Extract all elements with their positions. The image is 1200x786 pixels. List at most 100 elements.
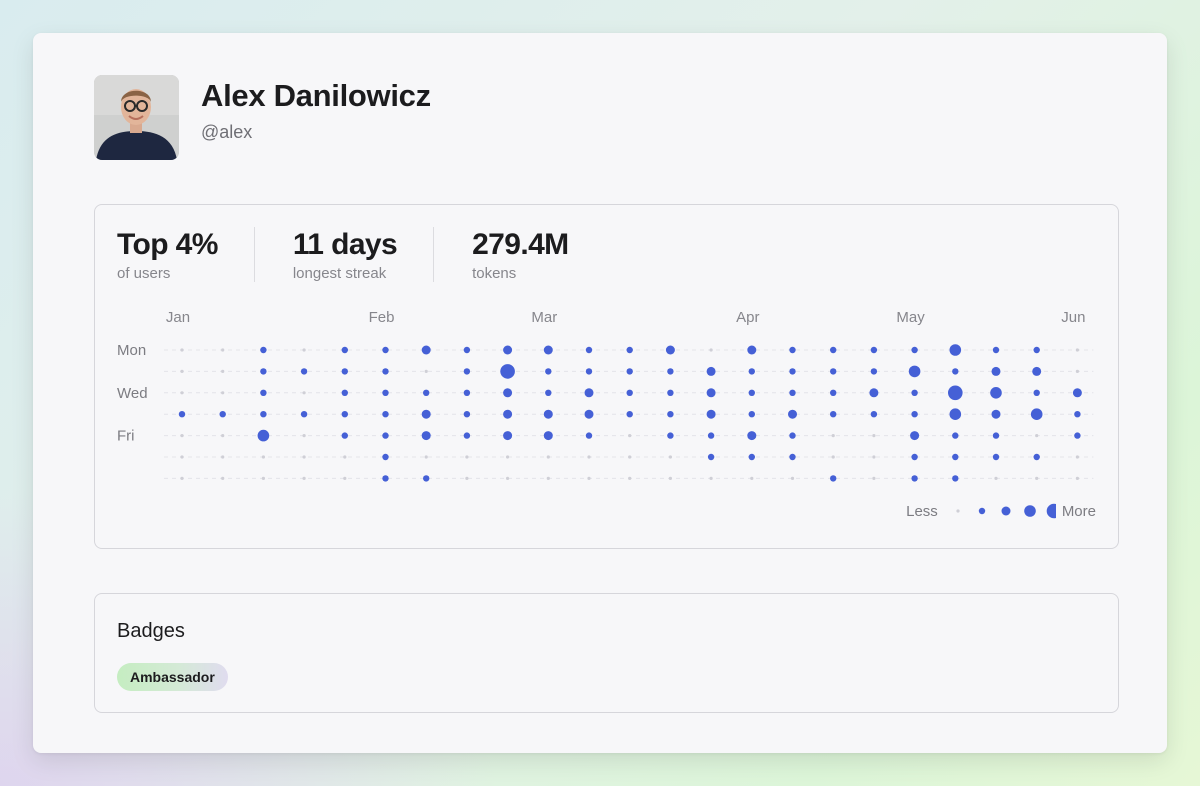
activity-dot[interactable] [788, 409, 797, 419]
activity-dot[interactable] [870, 346, 878, 354]
activity-dot[interactable] [668, 455, 673, 459]
activity-dot[interactable] [949, 344, 962, 356]
activity-dot[interactable] [260, 346, 267, 354]
activity-dot[interactable] [667, 368, 674, 375]
activity-dot[interactable] [1032, 366, 1042, 376]
activity-dot[interactable] [257, 429, 270, 442]
activity-dot[interactable] [709, 348, 713, 352]
activity-dot[interactable] [545, 389, 552, 396]
activity-dot[interactable] [994, 476, 998, 480]
activity-dot[interactable] [667, 411, 674, 418]
activity-dot[interactable] [587, 476, 591, 480]
activity-dot[interactable] [949, 408, 962, 420]
activity-dot[interactable] [706, 388, 716, 398]
activity-dot[interactable] [831, 455, 835, 459]
activity-dot[interactable] [709, 476, 713, 480]
activity-dot[interactable] [302, 434, 306, 438]
activity-dot[interactable] [180, 455, 184, 459]
activity-dot[interactable] [341, 411, 348, 418]
activity-dot[interactable] [382, 453, 389, 461]
activity-dot[interactable] [628, 476, 632, 480]
activity-dot[interactable] [382, 389, 389, 396]
activity-dot[interactable] [1035, 434, 1039, 438]
activity-dot[interactable] [584, 388, 594, 398]
activity-dot[interactable] [910, 431, 920, 441]
activity-dot[interactable] [707, 432, 715, 439]
activity-dot[interactable] [706, 366, 716, 376]
activity-dot[interactable] [952, 453, 959, 461]
activity-dot[interactable] [465, 455, 469, 459]
activity-dot[interactable] [1072, 388, 1082, 398]
activity-dot[interactable] [750, 476, 754, 480]
activity-dot[interactable] [343, 476, 347, 480]
activity-dot[interactable] [748, 411, 755, 418]
activity-dot[interactable] [503, 409, 513, 419]
activity-dot[interactable] [221, 391, 225, 395]
activity-dot[interactable] [341, 368, 348, 375]
activity-dot[interactable] [221, 348, 225, 352]
activity-dot[interactable] [1075, 455, 1079, 459]
activity-dot[interactable] [543, 431, 553, 441]
activity-dot[interactable] [869, 388, 879, 398]
activity-dot[interactable] [180, 391, 184, 395]
activity-dot[interactable] [424, 369, 428, 373]
activity-dot[interactable] [180, 434, 184, 438]
activity-dot[interactable] [546, 476, 550, 480]
activity-dot[interactable] [503, 388, 513, 398]
activity-dot[interactable] [503, 345, 513, 355]
activity-dot[interactable] [341, 389, 348, 396]
activity-dot[interactable] [706, 409, 716, 419]
activity-dot[interactable] [341, 346, 348, 354]
activity-dot[interactable] [585, 432, 593, 439]
activity-dot[interactable] [302, 455, 306, 459]
activity-dot[interactable] [302, 476, 306, 480]
activity-dot[interactable] [911, 475, 918, 482]
activity-dot[interactable] [382, 368, 389, 375]
activity-dot[interactable] [748, 453, 755, 461]
activity-dot[interactable] [628, 455, 632, 459]
activity-dot[interactable] [952, 475, 959, 482]
activity-dot[interactable] [626, 389, 633, 396]
activity-dot[interactable] [911, 346, 918, 354]
activity-dot[interactable] [667, 432, 674, 439]
activity-dot[interactable] [1033, 389, 1040, 396]
activity-dot[interactable] [830, 368, 837, 375]
activity-dot[interactable] [421, 431, 431, 441]
activity-dot[interactable] [463, 411, 471, 418]
activity-dot[interactable] [911, 411, 918, 418]
activity-dot[interactable] [260, 411, 267, 418]
activity-dot[interactable] [1033, 453, 1040, 461]
activity-dot[interactable] [506, 455, 510, 459]
activity-dot[interactable] [872, 455, 876, 459]
activity-dot[interactable] [543, 345, 553, 355]
activity-dot[interactable] [221, 434, 225, 438]
activity-dot[interactable] [1030, 408, 1043, 420]
activity-dot[interactable] [546, 455, 550, 459]
activity-dot[interactable] [948, 385, 963, 401]
activity-dot[interactable] [545, 368, 552, 375]
activity-dot[interactable] [830, 475, 837, 482]
activity-dot[interactable] [789, 368, 796, 375]
activity-dot[interactable] [423, 389, 430, 396]
activity-dot[interactable] [1035, 476, 1039, 480]
activity-dot[interactable] [221, 369, 225, 373]
activity-dot[interactable] [463, 346, 471, 354]
activity-dot[interactable] [382, 346, 389, 354]
activity-dot[interactable] [911, 389, 918, 396]
activity-dot[interactable] [300, 368, 308, 375]
activity-dot[interactable] [908, 365, 921, 378]
activity-dot[interactable] [870, 411, 878, 418]
activity-dot[interactable] [300, 411, 308, 418]
activity-dot[interactable] [667, 389, 674, 396]
activity-dot[interactable] [585, 368, 593, 375]
activity-dot[interactable] [543, 409, 553, 419]
activity-dot[interactable] [992, 346, 1000, 354]
activity-dot[interactable] [748, 389, 755, 396]
activity-dot[interactable] [747, 431, 757, 441]
activity-dot[interactable] [302, 391, 306, 395]
activity-dot[interactable] [260, 368, 267, 375]
activity-dot[interactable] [911, 453, 918, 461]
activity-dot[interactable] [991, 366, 1001, 376]
activity-dot[interactable] [180, 348, 184, 352]
activity-dot[interactable] [992, 453, 1000, 461]
